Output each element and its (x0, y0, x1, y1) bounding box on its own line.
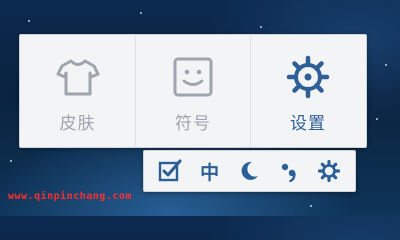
settings-gear-icon[interactable] (315, 157, 343, 185)
moon-icon[interactable] (235, 157, 263, 185)
watermark-text: www.qinpinchang.com (8, 191, 132, 202)
gear-icon (286, 55, 330, 99)
settings-tile[interactable]: 设置 (250, 35, 365, 147)
skin-tile[interactable]: 皮肤 (20, 35, 135, 147)
smiley-icon (171, 55, 215, 99)
skin-label: 皮肤 (59, 114, 96, 134)
symbol-label: 符号 (175, 114, 211, 134)
symbol-tile[interactable]: 符号 (135, 35, 250, 147)
ime-menu-panel: 皮肤 符号 设置 (19, 34, 367, 148)
checkbox-pen-icon[interactable] (156, 157, 184, 185)
chinese-mode-button[interactable]: 中 (196, 157, 224, 185)
tshirt-icon (56, 55, 100, 99)
ime-status-toolbar: 中 (143, 150, 356, 192)
punctuation-icon[interactable] (275, 157, 303, 185)
settings-label: 设置 (290, 114, 326, 134)
